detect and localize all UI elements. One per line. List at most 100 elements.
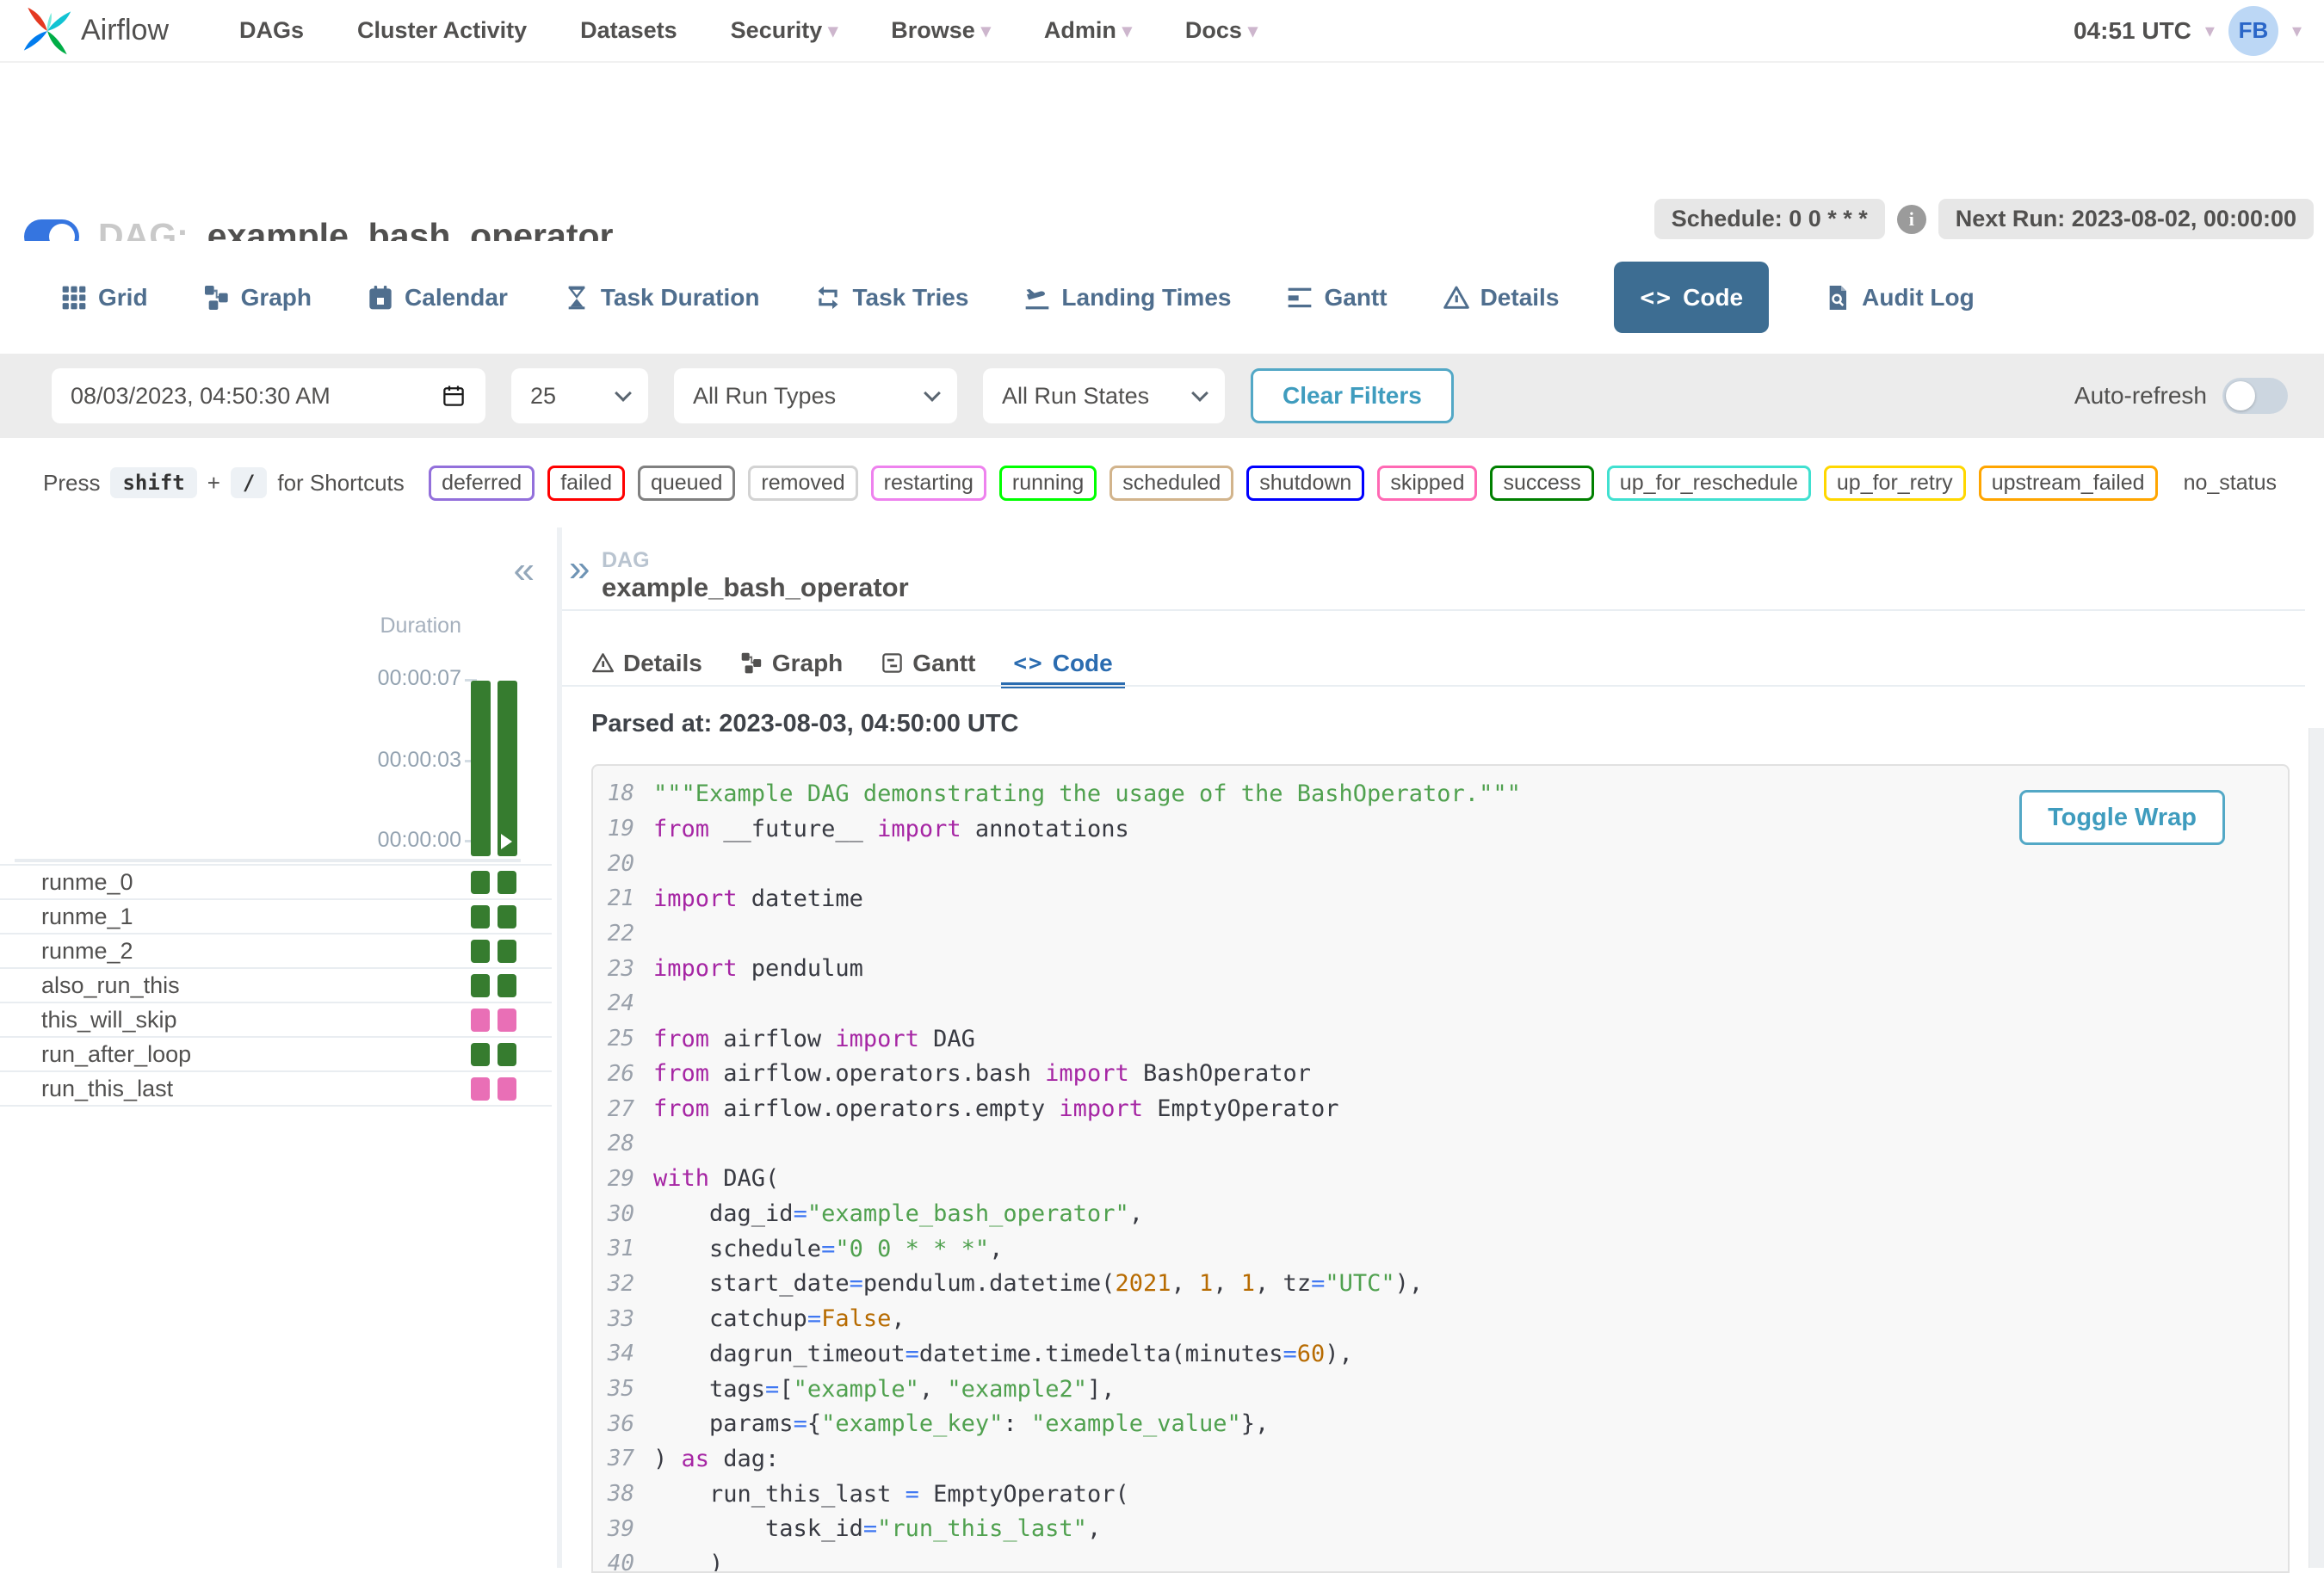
view-tab-landing-times[interactable]: Landing Times <box>1023 284 1231 312</box>
code-token: __future__ <box>709 816 877 842</box>
task-row-runme-2[interactable]: runme_2 <box>0 933 552 967</box>
toggle-wrap-button[interactable]: Toggle Wrap <box>2019 790 2225 845</box>
task-instance-cell-success[interactable] <box>498 905 516 928</box>
view-tab-task-duration[interactable]: Task Duration <box>563 284 760 312</box>
task-instance-cell-success[interactable] <box>471 940 490 963</box>
view-tab-audit-log[interactable]: Audit Log <box>1824 284 1975 312</box>
details-panel: » DAG example_bash_operator DetailsGraph… <box>562 527 2324 1568</box>
task-instance-cell-success[interactable] <box>498 871 516 894</box>
legend-badge-success[interactable]: success <box>1490 466 1593 501</box>
task-row-run-after-loop[interactable]: run_after_loop <box>0 1036 552 1070</box>
view-tab-graph[interactable]: Graph <box>203 284 312 312</box>
legend-badge-queued[interactable]: queued <box>638 466 735 501</box>
task-row-run-this-last[interactable]: run_this_last <box>0 1070 552 1107</box>
legend-badge-running[interactable]: running <box>999 466 1097 501</box>
legend-badge-scheduled[interactable]: scheduled <box>1109 466 1233 501</box>
shortcuts-joiner: + <box>207 470 220 497</box>
panel-tab-gantt[interactable]: Gantt <box>881 650 975 677</box>
nav-item-dags[interactable]: DAGs <box>239 17 304 44</box>
legend-badge-failed[interactable]: failed <box>547 466 625 501</box>
task-instance-cell-success[interactable] <box>471 871 490 894</box>
legend-row: Press shift + / for Shortcuts deferredfa… <box>0 438 2324 529</box>
code-token: , <box>1213 1270 1241 1297</box>
legend-badge-deferred[interactable]: deferred <box>429 466 535 501</box>
view-tab-task-tries[interactable]: Task Tries <box>814 284 968 312</box>
run-types-select[interactable]: All Run Types <box>674 368 957 423</box>
clear-filters-button[interactable]: Clear Filters <box>1251 368 1454 423</box>
user-caret-icon[interactable]: ▾ <box>2292 20 2302 42</box>
code-token: 2021 <box>1115 1270 1171 1297</box>
dag-run-bar[interactable] <box>471 681 491 856</box>
base-date-input[interactable]: 08/03/2023, 04:50:30 AM <box>52 368 485 423</box>
task-instance-cell-success[interactable] <box>471 905 490 928</box>
details-icon <box>1443 284 1470 312</box>
code-token: from <box>653 816 709 842</box>
code-token: [ <box>779 1376 793 1403</box>
panel-tab-details[interactable]: Details <box>591 650 702 677</box>
task-row-this-will-skip[interactable]: this_will_skip <box>0 1002 552 1036</box>
code-token: 1 <box>1241 1270 1255 1297</box>
legend-badge-shutdown[interactable]: shutdown <box>1246 466 1364 501</box>
task-instance-cell-success[interactable] <box>498 974 516 997</box>
view-tab-calendar[interactable]: Calendar <box>367 284 508 312</box>
task-instance-cell-skipped[interactable] <box>471 1009 490 1032</box>
legend-badge-restarting[interactable]: restarting <box>871 466 986 501</box>
task-instance-cell-skipped[interactable] <box>498 1009 516 1032</box>
code-token: as <box>682 1446 710 1472</box>
task-instance-cell-success[interactable] <box>498 1043 516 1066</box>
nav-item-datasets[interactable]: Datasets <box>580 17 677 44</box>
task-row-also-run-this[interactable]: also_run_this <box>0 967 552 1002</box>
gantt-icon <box>1286 284 1313 312</box>
code-token: import <box>653 885 738 912</box>
view-tab-gantt[interactable]: Gantt <box>1286 284 1387 312</box>
code-token: "UTC" <box>1325 1270 1394 1297</box>
legend-badge-skipped[interactable]: skipped <box>1377 466 1477 501</box>
page-size-select[interactable]: 25 <box>511 368 648 423</box>
user-avatar[interactable]: FB <box>2228 6 2278 56</box>
schedule-info-icon[interactable]: i <box>1897 205 1926 234</box>
line-number: 19 <box>593 816 634 842</box>
collapse-grid-icon[interactable]: « <box>514 552 535 589</box>
view-tab-grid[interactable]: Grid <box>60 284 148 312</box>
panel-tab-graph[interactable]: Graph <box>740 650 843 677</box>
view-tab-details[interactable]: Details <box>1443 284 1560 312</box>
expand-panel-icon[interactable]: » <box>569 550 590 588</box>
code-token: "0 0 * * *" <box>835 1236 989 1262</box>
code-token: """Example DAG demonstrating the usage o… <box>653 780 1521 807</box>
utc-clock[interactable]: 04:51 UTC <box>2074 17 2191 45</box>
nav-item-docs[interactable]: Docs▾ <box>1185 17 1258 44</box>
task-instance-cell-skipped[interactable] <box>471 1077 490 1101</box>
code-token: import <box>1059 1095 1143 1122</box>
legend-badge-up-for-retry[interactable]: up_for_retry <box>1824 466 1966 501</box>
airflow-logo[interactable]: Airflow <box>22 6 169 56</box>
code-token: "example_key" <box>821 1410 1003 1437</box>
nav-item-cluster-activity[interactable]: Cluster Activity <box>357 17 527 44</box>
legend-badge-removed[interactable]: removed <box>748 466 857 501</box>
schedule-badge[interactable]: Schedule: 0 0 * * * <box>1654 199 1885 239</box>
task-instance-cell-skipped[interactable] <box>498 1077 516 1101</box>
line-number: 37 <box>593 1446 634 1471</box>
task-row-runme-0[interactable]: runme_0 <box>0 864 552 898</box>
code-token: import <box>1045 1060 1129 1087</box>
task-instance-cell-success[interactable] <box>471 1043 490 1066</box>
view-tab-code[interactable]: <>Code <box>1614 262 1769 333</box>
panel-tab-code[interactable]: <>Code <box>1013 650 1112 677</box>
task-instance-cell-success[interactable] <box>471 974 490 997</box>
code-token: = <box>807 1305 821 1332</box>
auto-refresh-toggle[interactable] <box>2222 378 2288 414</box>
page-scrollbar[interactable] <box>2309 728 2324 1568</box>
legend-badge-up-for-reschedule[interactable]: up_for_reschedule <box>1607 466 1811 501</box>
nav-item-label: Security <box>731 17 823 44</box>
task-instance-cell-success[interactable] <box>498 940 516 963</box>
run-states-select[interactable]: All Run States <box>983 368 1225 423</box>
clock-caret-icon[interactable]: ▾ <box>2205 20 2215 42</box>
legend-badge-upstream-failed[interactable]: upstream_failed <box>1979 466 2158 501</box>
calendar-input-icon[interactable] <box>441 383 467 409</box>
nav-item-security[interactable]: Security▾ <box>731 17 838 44</box>
panel-tab-label: Graph <box>772 650 843 677</box>
nav-item-admin[interactable]: Admin▾ <box>1044 17 1132 44</box>
code-token: = <box>821 1236 835 1262</box>
dag-run-bar[interactable] <box>498 681 517 856</box>
nav-item-browse[interactable]: Browse▾ <box>891 17 991 44</box>
task-row-runme-1[interactable]: runme_1 <box>0 898 552 933</box>
